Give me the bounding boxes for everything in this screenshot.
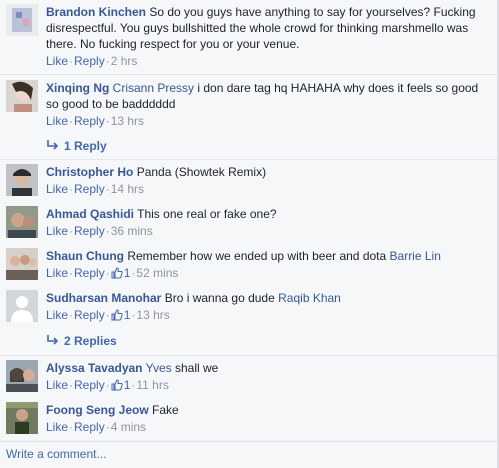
commenter-name[interactable]: Christopher Ho (46, 165, 133, 179)
comment-text: Remember how we ended up with beer and d… (127, 249, 387, 263)
comment-actions: Like·Reply·2 hrs (46, 53, 487, 69)
comment-text: i don dare tag hq HAHAHA why does it fee… (46, 81, 479, 111)
reply-link[interactable]: Reply (74, 308, 105, 322)
avatar[interactable] (6, 360, 38, 392)
comment-actions: Like·Reply·14 hrs (46, 181, 487, 197)
timestamp[interactable]: 11 hrs (136, 378, 168, 392)
divider (0, 355, 497, 356)
like-link[interactable]: Like (46, 182, 68, 196)
timestamp[interactable]: 2 hrs (111, 54, 138, 68)
avatar[interactable] (6, 164, 38, 196)
view-replies-label[interactable]: 1 Reply (64, 139, 107, 153)
like-link[interactable]: Like (46, 114, 68, 128)
tagged-user[interactable]: Raqib Khan (278, 291, 341, 305)
commenter-name[interactable]: Foong Seng Jeow (46, 403, 149, 417)
reply-link[interactable]: Reply (74, 420, 105, 434)
avatar[interactable] (6, 80, 38, 112)
reply-link[interactable]: Reply (74, 266, 105, 280)
commenter-name[interactable]: Xinqing Ng (46, 81, 109, 95)
comment-text: Panda (Showtek Remix) (136, 165, 267, 179)
reply-link[interactable]: Reply (74, 378, 105, 392)
reply-link[interactable]: Reply (74, 224, 105, 238)
comment-actions: Like·Reply· 1·13 hrs (46, 307, 487, 323)
tagged-user[interactable]: Yves (146, 361, 172, 375)
commenter-name[interactable]: Alyssa Tavadyan (46, 361, 143, 375)
like-link[interactable]: Like (46, 54, 68, 68)
commenter-name[interactable]: Sudharsan Manohar (46, 291, 161, 305)
reply-arrow-icon (46, 139, 60, 151)
timestamp[interactable]: 13 hrs (136, 308, 169, 322)
commenter-name[interactable]: Shaun Chung (46, 249, 124, 263)
comment-actions: Like·Reply·36 mins (46, 223, 487, 239)
avatar[interactable] (6, 206, 38, 238)
like-link[interactable]: Like (46, 224, 68, 238)
comment-text: Bro i wanna go dude (164, 291, 275, 305)
avatar[interactable] (6, 402, 38, 434)
comment-text: Fake (152, 403, 179, 417)
avatar[interactable] (6, 290, 38, 322)
timestamp[interactable]: 52 mins (136, 266, 178, 280)
divider (0, 441, 497, 442)
reply-arrow-icon (46, 334, 60, 346)
divider (0, 74, 497, 75)
comment-text: This one real or fake one? (137, 207, 277, 221)
like-link[interactable]: Like (46, 378, 68, 392)
comment-actions: Like·Reply·13 hrs (46, 113, 487, 129)
comment-actions: Like·Reply·4 mins (46, 419, 487, 435)
avatar[interactable] (6, 4, 38, 36)
timestamp[interactable]: 4 mins (111, 420, 146, 434)
comment-text: shall we (174, 361, 219, 375)
reply-link[interactable]: Reply (74, 182, 105, 196)
avatar[interactable] (6, 248, 38, 280)
timestamp[interactable]: 36 mins (111, 224, 153, 238)
like-link[interactable]: Like (46, 266, 68, 280)
tagged-user[interactable]: Barrie Lin (390, 249, 441, 263)
view-replies-link[interactable]: 1 Reply (46, 138, 107, 154)
like-link[interactable]: Like (46, 308, 68, 322)
like-thumb-icon (111, 267, 123, 279)
like-thumb-icon (111, 379, 123, 391)
like-thumb-icon (111, 309, 123, 321)
tagged-user[interactable]: Crisann Pressy (113, 81, 194, 95)
like-link[interactable]: Like (46, 420, 68, 434)
timestamp[interactable]: 14 hrs (111, 182, 144, 196)
comment-actions: Like·Reply· 1·11 hrs (46, 377, 487, 393)
commenter-name[interactable]: Ahmad Qashidi (46, 207, 134, 221)
view-replies-link[interactable]: 2 Replies (46, 333, 117, 349)
write-comment-link[interactable]: Write a comment... (6, 446, 106, 462)
divider (0, 159, 497, 160)
commenter-name[interactable]: Brandon Kinchen (46, 5, 146, 19)
reply-link[interactable]: Reply (74, 114, 105, 128)
timestamp[interactable]: 13 hrs (111, 114, 144, 128)
view-replies-label[interactable]: 2 Replies (64, 334, 117, 348)
reply-link[interactable]: Reply (74, 54, 105, 68)
comment-actions: Like·Reply· 1·52 mins (46, 265, 487, 281)
